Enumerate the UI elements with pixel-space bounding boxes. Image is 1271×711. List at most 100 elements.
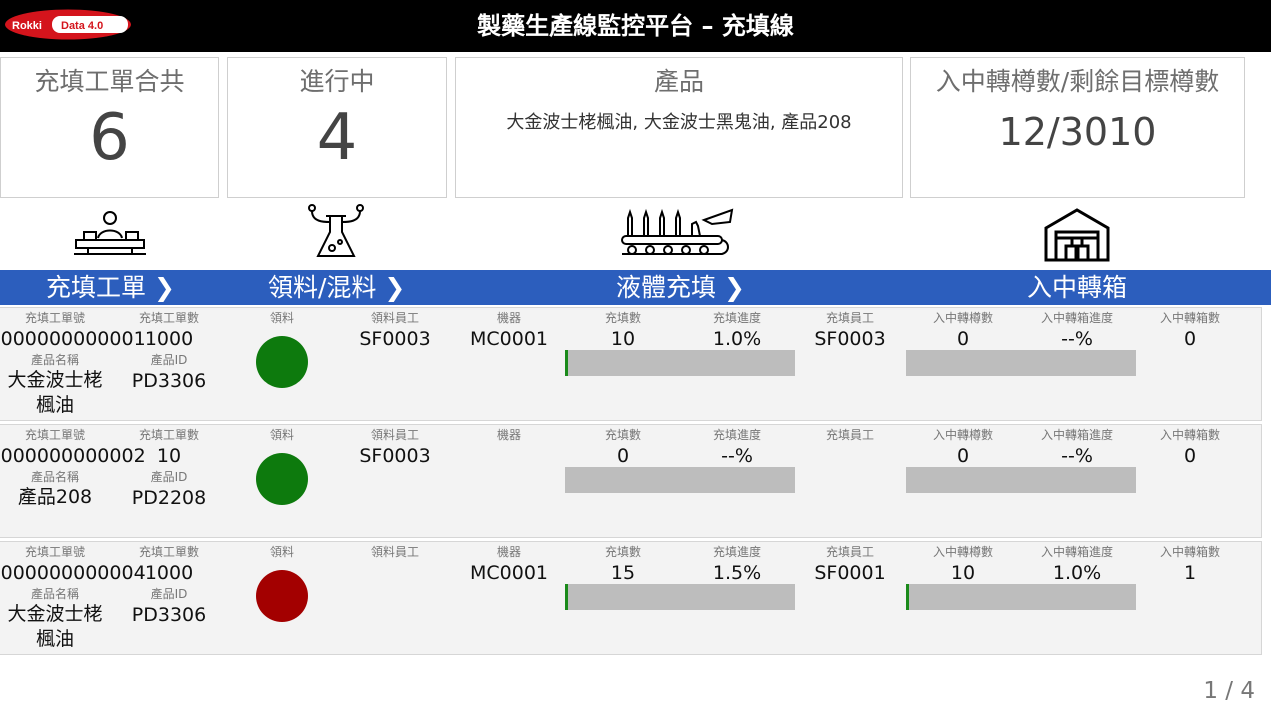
app-title: 製藥生產線監控平台 – 充填線 <box>477 12 794 40</box>
fill-progress-bar <box>565 350 795 376</box>
product-name-value: 產品208 <box>17 486 93 508</box>
box-count-label: 入中轉樽數 <box>932 311 993 325</box>
product-id-value: PD3306 <box>131 604 207 626</box>
order-qty-label: 充填工單數 <box>138 311 199 325</box>
box-qty-cell: 入中轉箱數 0 <box>1140 310 1240 352</box>
fill-count-label: 充填數 <box>604 428 641 442</box>
material-label: 領料 <box>269 311 294 325</box>
page-indicator[interactable]: 1 / 4 <box>1203 678 1255 704</box>
order-qty-label: 充填工單數 <box>138 545 199 559</box>
box-qty-label: 入中轉箱數 <box>1159 545 1220 559</box>
machine-label: 機器 <box>496 311 521 325</box>
product-id-cell: 產品ID PD3306 <box>119 352 219 394</box>
material-staff-cell: 領料員工 SF0003 <box>345 310 445 352</box>
kpi-label: 產品 <box>653 67 704 96</box>
progress-fill <box>565 584 568 610</box>
fill-progress-bar <box>565 467 795 493</box>
fill-progress-cell: 充填進度 --% <box>682 427 792 469</box>
stage-boxing[interactable]: 入中轉箱 <box>1027 270 1127 305</box>
box-qty-label: 入中轉箱數 <box>1159 428 1220 442</box>
box-progress-bar <box>906 350 1136 376</box>
table-row[interactable]: 充填工單號 J000000000004 產品名稱 大金波士栳楓油 充填工單數 1000 產品… <box>0 541 1262 655</box>
fill-count-label: 充填數 <box>604 545 641 559</box>
kpi-label: 充填工單合共 <box>34 67 185 96</box>
chevron-right-icon: ❯ <box>153 273 175 302</box>
box-progress-cell: 入中轉箱進度 1.0% <box>1022 544 1132 586</box>
material-label: 領料 <box>269 545 294 559</box>
order-no-label: 充填工單號 <box>24 311 85 325</box>
product-id-label: 產品ID <box>150 470 188 484</box>
fill-staff-cell: 充填員工 SF0001 <box>800 544 900 586</box>
table-row[interactable]: 充填工單號 J000000000002 產品名稱 產品208 充填工單數 10 產品ID PD… <box>0 424 1262 538</box>
material-cell: 領料 <box>242 544 322 560</box>
product-name-value: 大金波士栳楓油 <box>7 603 103 650</box>
stage-label: 領料/混料 <box>268 273 377 302</box>
box-progress-label: 入中轉箱進度 <box>1040 545 1113 559</box>
product-id-cell: 產品ID PD2208 <box>119 469 219 511</box>
machine-value: MC0001 <box>469 328 548 350</box>
chevron-right-icon: ❯ <box>723 273 745 302</box>
box-qty-cell: 入中轉箱數 0 <box>1140 427 1240 469</box>
order-qty-cell: 充填工單數 1000 <box>119 310 219 352</box>
kpi-in-progress: 進行中 4 <box>227 57 447 198</box>
fill-progress-bar <box>565 584 795 610</box>
box-count-value: 10 <box>950 562 976 584</box>
box-progress-bar <box>906 467 1136 493</box>
stage-material-mixing[interactable]: 領料/混料 ❯ <box>268 270 405 305</box>
order-qty-value: 1000 <box>144 328 194 350</box>
stage-fill-orders[interactable]: 充填工單 ❯ <box>46 270 175 305</box>
fill-progress-cell: 充填進度 1.0% <box>682 310 792 352</box>
fill-staff-label: 充填員工 <box>825 428 874 442</box>
machine-cell: 機器 MC0001 <box>459 310 559 352</box>
kpi-label: 入中轉樽數/剩餘目標樽數 <box>935 67 1220 96</box>
order-qty-label: 充填工單數 <box>138 428 199 442</box>
box-progress-value: 1.0% <box>1052 562 1102 584</box>
stage-label: 入中轉箱 <box>1027 273 1128 302</box>
material-staff-label: 領料員工 <box>370 545 419 559</box>
box-count-cell: 入中轉樽數 0 <box>913 427 1013 469</box>
fill-progress-label: 充填進度 <box>712 428 761 442</box>
fill-progress-label: 充填進度 <box>712 311 761 325</box>
box-progress-label: 入中轉箱進度 <box>1040 311 1113 325</box>
order-qty-value: 10 <box>156 445 182 467</box>
table-row[interactable]: 充填工單號 J000000000001 產品名稱 大金波士栳楓油 充填工單數 1000 產品… <box>0 307 1262 421</box>
progress-fill <box>565 350 568 376</box>
order-qty-cell: 充填工單數 10 <box>119 427 219 469</box>
warehouse-icon <box>1044 208 1110 262</box>
material-status-indicator <box>256 336 308 388</box>
fill-count-label: 充填數 <box>604 311 641 325</box>
product-id-value: PD2208 <box>131 487 207 509</box>
kpi-value: 6 <box>89 101 130 175</box>
material-cell: 領料 <box>242 427 322 443</box>
machine-cell: 機器 <box>459 427 559 443</box>
box-progress-value: --% <box>1061 328 1093 350</box>
fill-count-value: 15 <box>610 562 636 584</box>
fill-count-value: 0 <box>616 445 630 467</box>
machine-label: 機器 <box>496 428 521 442</box>
box-progress-bar <box>906 584 1136 610</box>
fill-count-value: 10 <box>610 328 636 350</box>
box-progress-label: 入中轉箱進度 <box>1040 428 1113 442</box>
worker-icon <box>74 211 146 255</box>
kpi-value: 4 <box>316 101 358 175</box>
stage-liquid-filling[interactable]: 液體充填 ❯ <box>616 270 745 305</box>
box-count-value: 0 <box>956 445 970 467</box>
product-id-value: PD3306 <box>131 370 207 392</box>
product-name-value: 大金波士栳楓油 <box>7 369 103 416</box>
fill-progress-value: 1.5% <box>712 562 762 584</box>
machine-label: 機器 <box>496 545 521 559</box>
box-count-value: 0 <box>956 328 970 350</box>
fill-progress-value: --% <box>721 445 753 467</box>
order-no-cell: 充填工單號 J000000000001 <box>0 310 146 352</box>
fill-count-cell: 充填數 10 <box>573 310 673 352</box>
progress-fill <box>906 584 909 610</box>
material-staff-value: SF0003 <box>359 328 431 350</box>
product-name-cell: 產品名稱大金波士栳楓油 <box>0 586 115 652</box>
flask-icon <box>308 204 364 257</box>
product-name-label: 產品名稱 <box>30 587 79 601</box>
order-no-cell: 充填工單號 J000000000004 <box>0 544 146 586</box>
order-no-value: J000000000001 <box>0 328 146 350</box>
order-no-label: 充填工單號 <box>24 428 85 442</box>
box-qty-value: 0 <box>1183 328 1197 350</box>
material-staff-cell: 領料員工 <box>345 544 445 560</box>
